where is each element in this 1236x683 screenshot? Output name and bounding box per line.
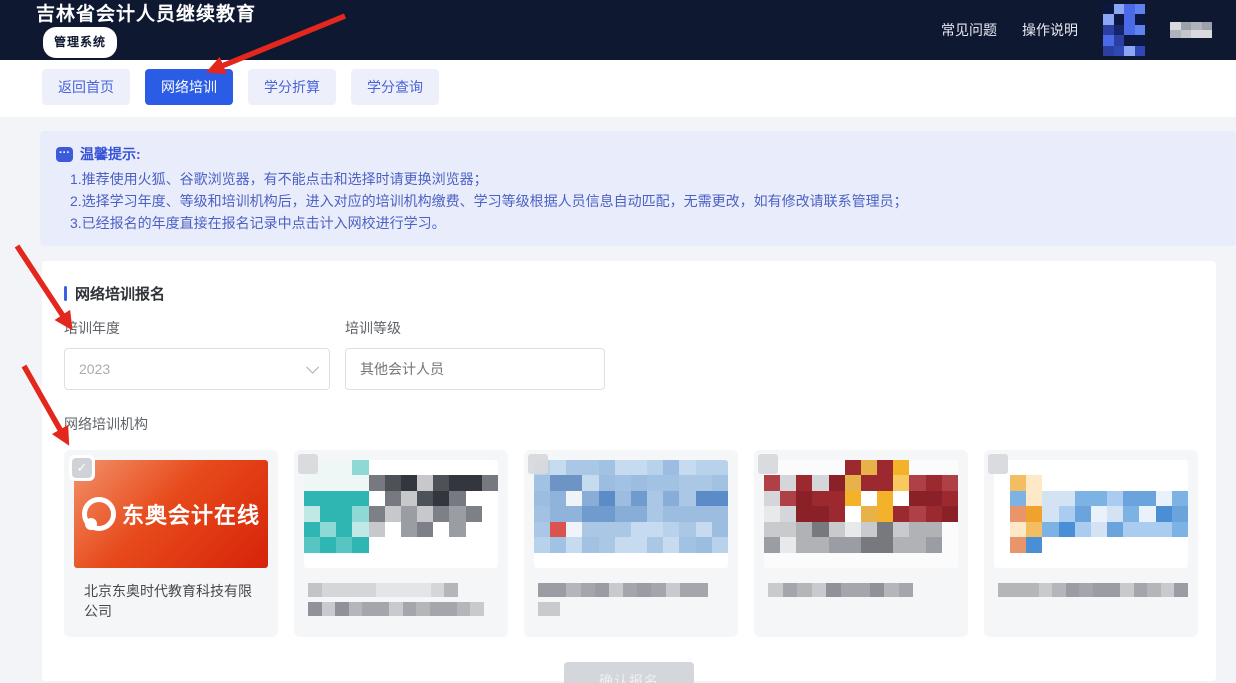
training-level-field: 培训等级 — [345, 318, 605, 390]
avatar[interactable] — [1103, 4, 1145, 56]
training-level-label: 培训等级 — [345, 318, 605, 338]
institution-cards: 东奥会计在线 ✓ 北京东奥时代教育科技有限公司 — [64, 450, 1194, 637]
app-header: 吉林省会计人员继续教育管理系统 常见问题 操作说明 — [0, 0, 1236, 60]
dongao-logo-text: 东奥会计在线 — [122, 498, 260, 530]
header-right: 常见问题 操作说明 — [941, 4, 1212, 56]
dongao-ring-icon — [82, 497, 116, 531]
header-links: 常见问题 操作说明 — [941, 20, 1078, 40]
notice-box: ··· 温馨提示: 1.推荐使用火狐、谷歌浏览器，有不能点击和选择时请更换浏览器… — [40, 131, 1236, 246]
header-link[interactable]: 常见问题 — [941, 20, 997, 40]
blurred-institution-logo — [304, 460, 498, 568]
page: 吉林省会计人员继续教育管理系统 常见问题 操作说明 返回首页网络培训学分折算学分查… — [0, 0, 1236, 683]
tab-学分查询[interactable]: 学分查询 — [351, 69, 439, 105]
blurred-institution-name — [524, 583, 738, 616]
unselected-checkbox[interactable] — [528, 454, 548, 474]
tab-返回首页[interactable]: 返回首页 — [42, 69, 130, 105]
blurred-institution-name — [984, 583, 1198, 597]
unselected-checkbox[interactable] — [298, 454, 318, 474]
notice-line: 3.已经报名的年度直接在报名记录中点击计入网校进行学习。 — [70, 212, 1220, 234]
institution-card[interactable]: 东奥会计在线 ✓ 北京东奥时代教育科技有限公司 — [64, 450, 278, 637]
blurred-text-bar — [308, 602, 484, 616]
blurred-text-bar — [308, 583, 458, 597]
app-title-text: 吉林省会计人员继续教育 — [36, 4, 256, 25]
app-title-badge: 管理系统 — [43, 27, 117, 58]
tab-网络培训[interactable]: 网络培训 — [145, 69, 233, 105]
institution-name: 北京东奥时代教育科技有限公司 — [64, 581, 278, 621]
blurred-text-bar — [768, 583, 913, 597]
notice-line: 1.推荐使用火狐、谷歌浏览器，有不能点击和选择时请更换浏览器； — [70, 168, 1220, 190]
selected-checkbox[interactable]: ✓ — [69, 455, 95, 481]
app-title: 吉林省会计人员继续教育管理系统 — [36, 2, 266, 58]
message-dots-icon: ··· — [56, 147, 73, 162]
unselected-checkbox[interactable] — [758, 454, 778, 474]
blurred-institution-name — [294, 583, 508, 616]
form-row: 培训年度 2023 培训等级 — [64, 318, 1194, 390]
chevron-down-icon — [306, 361, 319, 374]
tab-学分折算[interactable]: 学分折算 — [248, 69, 336, 105]
blurred-text-bar — [998, 583, 1188, 597]
institution-card[interactable] — [524, 450, 738, 637]
blurred-text-bar — [538, 602, 560, 616]
blurred-institution-name — [754, 583, 968, 597]
blurred-institution-logo — [764, 460, 958, 568]
training-year-field: 培训年度 2023 — [64, 318, 330, 390]
notice-line: 2.选择学习年度、等级和培训机构后，进入对应的培训机构缴费、学习等级根据人员信息… — [70, 190, 1220, 212]
unselected-checkbox[interactable] — [988, 454, 1008, 474]
training-year-value: 2023 — [79, 361, 110, 377]
tab-bar: 返回首页网络培训学分折算学分查询 — [0, 60, 1236, 117]
section-title-row: 网络培训报名 — [64, 283, 1194, 304]
section-title-bar — [64, 286, 67, 301]
institution-card[interactable] — [294, 450, 508, 637]
institutions-label: 网络培训机构 — [64, 414, 1194, 434]
training-year-label: 培训年度 — [64, 318, 330, 338]
training-level-input[interactable] — [345, 348, 605, 390]
header-link[interactable]: 操作说明 — [1022, 20, 1078, 40]
notice-title-row: ··· 温馨提示: — [56, 144, 1220, 164]
notice-title: 温馨提示: — [80, 144, 141, 164]
blurred-text-bar — [538, 583, 708, 597]
confirm-row: 确认报名 — [64, 662, 1194, 683]
username-blurred — [1170, 22, 1212, 38]
section-title: 网络培训报名 — [75, 283, 165, 304]
confirm-registration-button[interactable]: 确认报名 — [564, 662, 694, 683]
blurred-institution-logo — [534, 460, 728, 568]
training-year-select[interactable]: 2023 — [64, 348, 330, 390]
notice-lines: 1.推荐使用火狐、谷歌浏览器，有不能点击和选择时请更换浏览器；2.选择学习年度、… — [56, 168, 1220, 234]
checkmark-icon: ✓ — [72, 458, 92, 478]
blurred-institution-logo — [994, 460, 1188, 568]
registration-panel: 网络培训报名 培训年度 2023 培训等级 网络培训机构 东奥会计在线 ✓ 北京东奥… — [42, 261, 1216, 681]
institution-card[interactable] — [984, 450, 1198, 637]
dongao-logo: 东奥会计在线 — [74, 460, 268, 568]
institution-card[interactable] — [754, 450, 968, 637]
